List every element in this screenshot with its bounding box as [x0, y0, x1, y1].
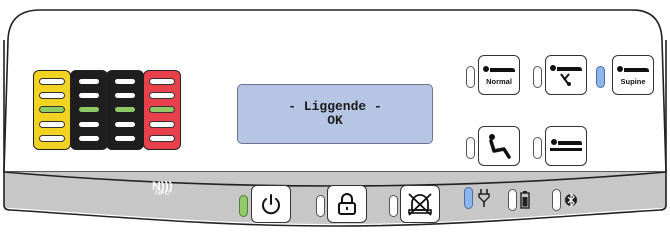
meter-segment [77, 77, 100, 85]
lying-figure-crossed-icon [550, 65, 582, 86]
lying-figure-icon [617, 66, 649, 72]
meter-segment [114, 135, 136, 143]
level-meter [33, 70, 181, 150]
meter-segment [77, 92, 100, 100]
bluetooth-icon [564, 189, 578, 211]
sitting-position-button[interactable] [478, 126, 520, 166]
meter-column-red [142, 70, 181, 150]
meter-segment [148, 120, 175, 128]
no-legs-indicator [533, 66, 542, 88]
battery-indicator [508, 189, 517, 211]
bed-indicator [533, 137, 542, 159]
lcd-display: - Liggende - OK [237, 84, 433, 144]
lock-button[interactable] [327, 185, 367, 223]
meter-column-black [106, 70, 144, 150]
power-indicator [239, 195, 248, 217]
lock-indicator [316, 195, 325, 217]
sitting-indicator [466, 137, 475, 159]
normal-indicator [466, 66, 475, 88]
lock-icon [338, 193, 356, 215]
meter-column-yellow [33, 70, 71, 150]
plug-icon [476, 187, 492, 209]
lcd-line-2: OK [327, 113, 343, 128]
normal-label: Normal [486, 77, 512, 86]
meter-segment [39, 92, 65, 100]
bluetooth-indicator [552, 189, 561, 211]
lying-in-bed-icon [550, 139, 582, 151]
plug-indicator [464, 187, 473, 209]
meter-segment [114, 120, 136, 128]
meter-column-black [69, 70, 108, 150]
meter-segment [114, 77, 136, 85]
alarm-off-button[interactable] [400, 185, 440, 223]
meter-segment-active [114, 106, 136, 114]
normal-position-button[interactable]: Normal [478, 55, 520, 95]
supine-label: Supine [620, 77, 646, 86]
meter-segment [39, 135, 65, 143]
meter-segment [39, 77, 65, 85]
meter-segment [148, 135, 175, 143]
alarm-off-indicator [389, 195, 398, 217]
power-button[interactable] [251, 185, 291, 223]
meter-segment [148, 77, 175, 85]
meter-segment [77, 120, 100, 128]
sitting-figure-icon [489, 134, 511, 159]
meter-segment [148, 92, 175, 100]
meter-segment [39, 120, 65, 128]
supine-indicator [596, 66, 605, 88]
supine-position-button[interactable]: Supine [612, 55, 654, 95]
meter-segment-active [39, 106, 65, 114]
alarm-off-icon [408, 193, 432, 216]
bed-position-button[interactable] [545, 126, 587, 166]
power-icon [262, 194, 280, 215]
nfc-area: N))) NFC [152, 179, 173, 198]
lying-figure-icon [483, 66, 515, 72]
meter-segment [114, 92, 136, 100]
legs-elevated-button[interactable] [545, 55, 587, 95]
lcd-line-1: - Liggende - [288, 99, 382, 114]
meter-segment-active [148, 106, 175, 114]
nfc-icon: N))) [152, 179, 173, 193]
meter-segment [77, 135, 100, 143]
battery-icon [519, 189, 531, 211]
meter-segment-active [77, 106, 100, 114]
